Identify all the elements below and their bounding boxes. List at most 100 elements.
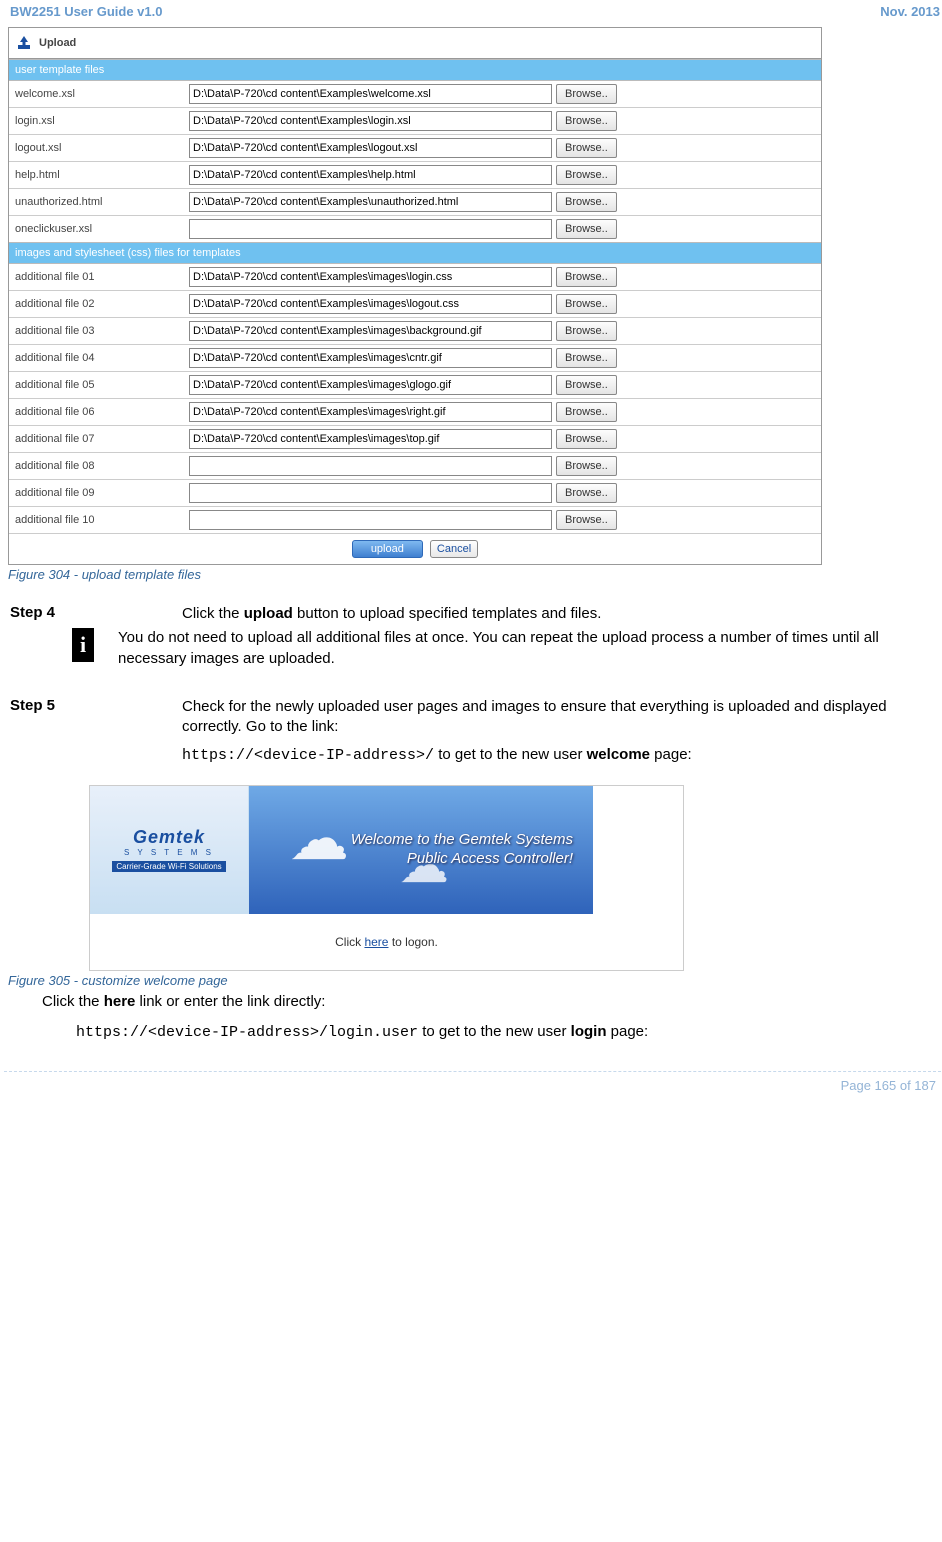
browse-button[interactable]: Browse.. <box>556 456 617 476</box>
browse-button[interactable]: Browse.. <box>556 267 617 287</box>
aw-code-post-bold: login <box>571 1023 607 1040</box>
file-path-input[interactable] <box>189 165 552 185</box>
file-row: additional file 04 Browse.. <box>9 345 821 372</box>
cancel-button[interactable]: Cancel <box>430 540 478 558</box>
page-footer: Page 165 of 187 <box>4 1071 942 1103</box>
file-path-input[interactable] <box>189 111 552 131</box>
panel-action-bar: upload Cancel <box>9 533 821 564</box>
file-row: additional file 03 Browse.. <box>9 318 821 345</box>
step5: Step 5 Check for the newly uploaded user… <box>4 697 942 767</box>
aw-code-post-pre: to get to the new user <box>418 1023 571 1040</box>
panel-title-text: Upload <box>39 37 76 49</box>
doc-header: BW2251 User Guide v1.0 Nov. 2013 <box>4 4 942 23</box>
brand-tag: Carrier-Grade Wi-Fi Solutions <box>112 861 225 872</box>
figure-caption-upload: Figure 304 - upload template files <box>4 565 942 582</box>
browse-button[interactable]: Browse.. <box>556 375 617 395</box>
file-path-input[interactable] <box>189 321 552 341</box>
file-row: additional file 09 Browse.. <box>9 480 821 507</box>
file-row: additional file 08Browse.. <box>9 453 821 480</box>
browse-button[interactable]: Browse.. <box>556 138 617 158</box>
file-path-input[interactable] <box>189 348 552 368</box>
file-row-label: additional file 06 <box>13 406 185 418</box>
doc-date: Nov. 2013 <box>880 4 940 19</box>
browse-button[interactable]: Browse.. <box>556 219 617 239</box>
step5-post-post: page: <box>650 746 692 763</box>
file-row-label: additional file 10 <box>13 514 185 526</box>
banner-message: Welcome to the Gemtek Systems Public Acc… <box>351 831 593 869</box>
file-row: welcome.xsl Browse.. <box>9 81 821 108</box>
banner-right-spacer <box>593 786 683 914</box>
logon-here-link[interactable]: here <box>364 935 388 949</box>
file-path-input[interactable] <box>189 219 552 239</box>
file-path-input[interactable] <box>189 267 552 287</box>
browse-button[interactable]: Browse.. <box>556 111 617 131</box>
section-user-templates: user template files <box>9 59 821 81</box>
step5-content: Check for the newly uploaded user pages … <box>182 697 940 767</box>
file-row-label: additional file 03 <box>13 325 185 337</box>
panel-title-bar: Upload <box>9 28 821 59</box>
browse-button[interactable]: Browse.. <box>556 402 617 422</box>
info-note: i You do not need to upload all addition… <box>4 624 942 669</box>
step4-post: button to upload specified templates and… <box>293 605 602 622</box>
banner-line1: Welcome to the Gemtek Systems <box>351 831 573 850</box>
banner-line2: Public Access Controller! <box>351 850 573 869</box>
doc-title: BW2251 User Guide v1.0 <box>10 4 162 19</box>
figure-caption-welcome: Figure 305 - customize welcome page <box>4 971 942 988</box>
upload-icon <box>15 34 33 52</box>
welcome-mockup: Gemtek S Y S T E M S Carrier-Grade Wi-Fi… <box>89 785 684 971</box>
step4-pre: Click the <box>182 605 244 622</box>
file-row: logout.xsl Browse.. <box>9 135 821 162</box>
file-row: help.html Browse.. <box>9 162 821 189</box>
file-row-label: welcome.xsl <box>13 88 185 100</box>
file-row-label: help.html <box>13 169 185 181</box>
file-row: additional file 10 Browse.. <box>9 507 821 533</box>
file-path-input[interactable] <box>189 429 552 449</box>
file-row: oneclickuser.xsl Browse.. <box>9 216 821 242</box>
file-row-label: additional file 04 <box>13 352 185 364</box>
file-row-label: additional file 05 <box>13 379 185 391</box>
browse-button[interactable]: Browse.. <box>556 192 617 212</box>
browse-button[interactable]: Browse.. <box>556 510 617 530</box>
browse-button[interactable]: Browse.. <box>556 165 617 185</box>
file-row: login.xslBrowse.. <box>9 108 821 135</box>
file-path-input[interactable] <box>189 192 552 212</box>
step5-line1: Check for the newly uploaded user pages … <box>182 697 940 738</box>
upload-button[interactable]: upload <box>352 540 423 558</box>
file-path-input[interactable] <box>189 84 552 104</box>
file-path-input[interactable] <box>189 375 552 395</box>
browse-button[interactable]: Browse.. <box>556 483 617 503</box>
file-path-input[interactable] <box>189 483 552 503</box>
browse-button[interactable]: Browse.. <box>556 84 617 104</box>
file-row: additional file 05 Browse.. <box>9 372 821 399</box>
file-path-input[interactable] <box>189 138 552 158</box>
file-path-input[interactable] <box>189 294 552 314</box>
info-icon: i <box>72 628 94 662</box>
file-row-label: additional file 07 <box>13 433 185 445</box>
file-row: additional file 06 Browse.. <box>9 399 821 426</box>
file-row-label: additional file 09 <box>13 487 185 499</box>
step5-post-bold: welcome <box>587 746 650 763</box>
brand-name: Gemtek <box>133 827 205 848</box>
aw-code-post-post: page: <box>606 1023 648 1040</box>
browse-button[interactable]: Browse.. <box>556 294 617 314</box>
logon-pre: Click <box>335 935 361 949</box>
file-row-label: logout.xsl <box>13 142 185 154</box>
step4: Step 4 Click the upload button to upload… <box>4 604 942 624</box>
after-welcome-line: Click the here link or enter the link di… <box>4 992 942 1012</box>
after-welcome-url-line: https://<device-IP-address>/login.user t… <box>4 1022 942 1043</box>
browse-button[interactable]: Browse.. <box>556 321 617 341</box>
aw-bold: here <box>104 993 136 1010</box>
browse-button[interactable]: Browse.. <box>556 348 617 368</box>
aw-post: link or enter the link directly: <box>135 993 325 1010</box>
file-row: additional file 02Browse.. <box>9 291 821 318</box>
file-path-input[interactable] <box>189 510 552 530</box>
banner-sky: ☁ ☁ Welcome to the Gemtek Systems Public… <box>249 786 593 914</box>
info-icon-letter: i <box>80 632 86 658</box>
file-row-label: unauthorized.html <box>13 196 185 208</box>
file-path-input[interactable] <box>189 456 552 476</box>
after-welcome-url: https://<device-IP-address>/login.user <box>76 1024 418 1041</box>
browse-button[interactable]: Browse.. <box>556 429 617 449</box>
file-path-input[interactable] <box>189 402 552 422</box>
cloud-icon-1: ☁ <box>289 804 349 874</box>
file-row-label: oneclickuser.xsl <box>13 223 185 235</box>
